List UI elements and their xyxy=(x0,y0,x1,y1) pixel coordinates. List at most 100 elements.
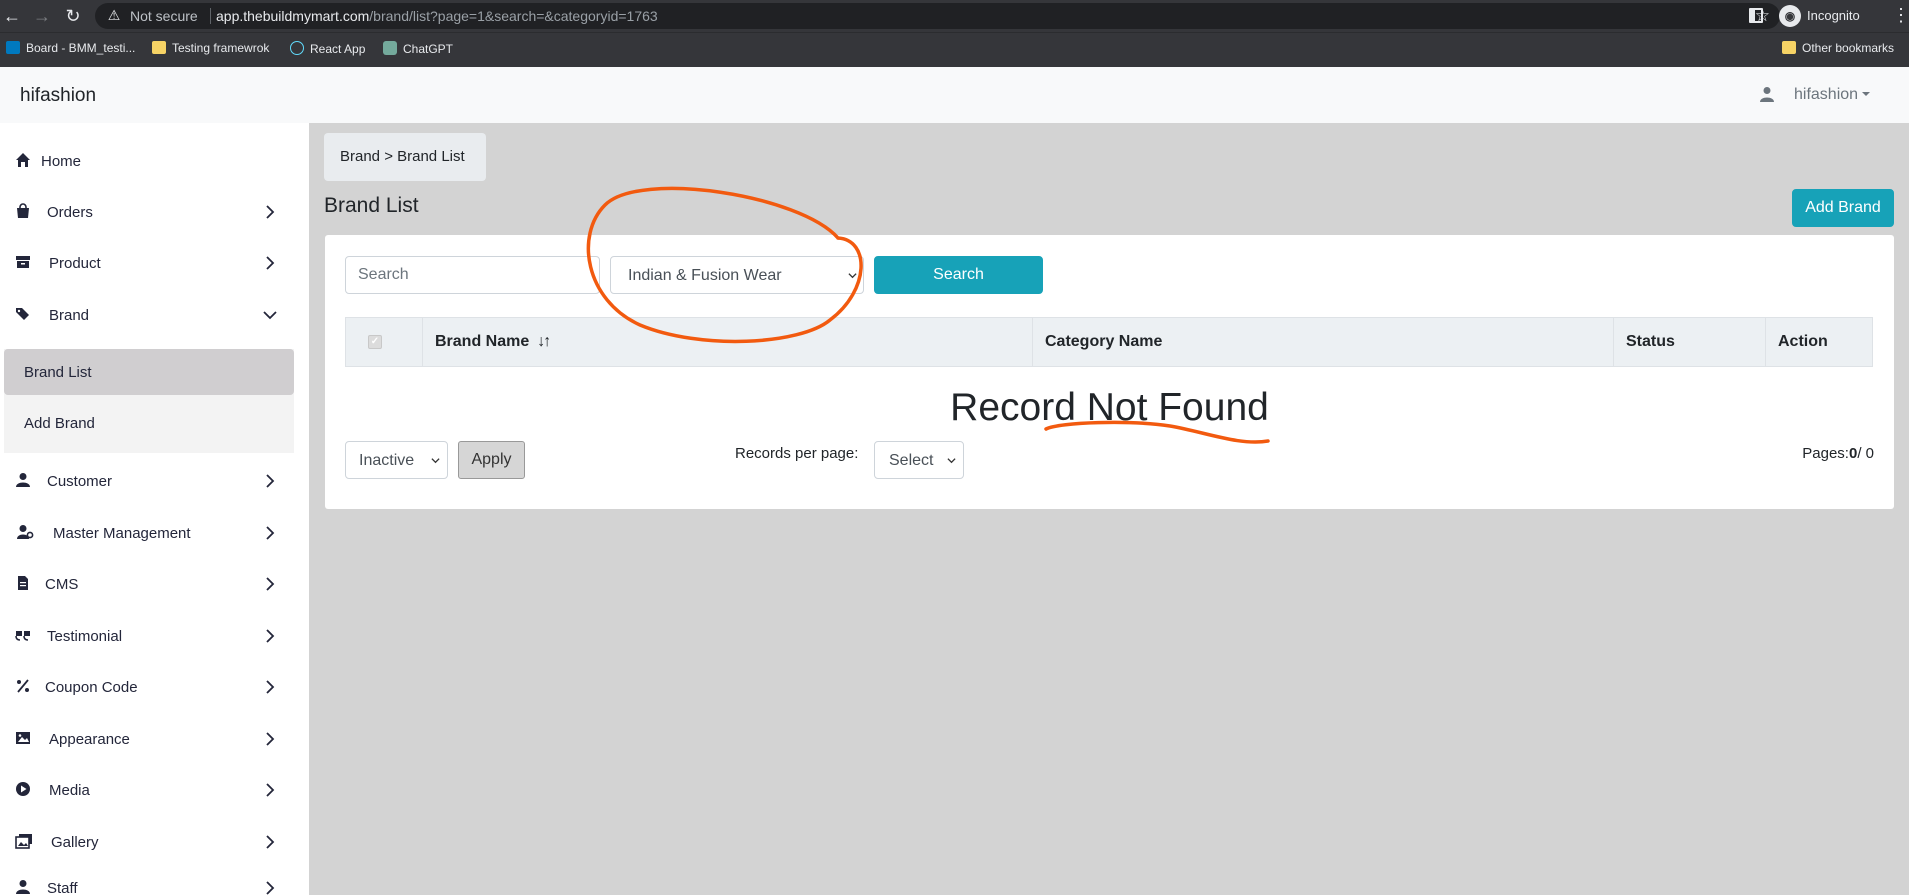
user-icon[interactable] xyxy=(1759,86,1775,102)
status-select-value: Inactive xyxy=(359,452,415,469)
chevron-right-icon xyxy=(266,256,275,270)
app-header: hifashion hifashion xyxy=(0,67,1909,123)
archive-icon xyxy=(16,256,30,268)
chevron-right-icon xyxy=(266,205,275,219)
sidebar-item-label: Testimonial xyxy=(47,628,123,645)
sidebar-item-label: Gallery xyxy=(51,834,99,851)
sidebar-item-label: Appearance xyxy=(49,731,130,748)
more-menu-icon[interactable]: ⋮ xyxy=(1892,6,1909,24)
records-per-page-label: Records per page: xyxy=(735,445,859,462)
sidebar-item-label: Customer xyxy=(47,473,113,490)
column-header-action: Action xyxy=(1766,318,1872,366)
incognito-icon[interactable]: ◉ xyxy=(1779,5,1801,27)
status-select[interactable]: Inactive xyxy=(345,441,448,479)
chevron-right-icon xyxy=(266,577,275,591)
column-header-brand-name[interactable]: Brand Name ↓↑ xyxy=(423,318,1033,366)
sidebar-item-label: Staff xyxy=(47,880,78,895)
chevron-right-icon xyxy=(266,835,275,849)
bookmark-label: React App xyxy=(310,42,366,56)
url-path: /brand/list?page=1&search=&categoryid=17… xyxy=(369,8,658,24)
bookmark-item[interactable]: ChatGPT xyxy=(383,41,453,56)
empty-state-message: Record Not Found xyxy=(950,386,1269,429)
sidebar-item-product[interactable]: Product xyxy=(0,240,309,286)
chevron-right-icon xyxy=(266,526,275,540)
other-bookmarks[interactable]: Other bookmarks xyxy=(1782,41,1894,55)
url-text[interactable]: app.thebuildmymart.com/brand/list?page=1… xyxy=(216,8,658,24)
sidebar-item-testimonial[interactable]: Testimonial xyxy=(0,613,309,659)
sidebar: Brand List Add Brand Home Orders Product… xyxy=(0,123,309,895)
chevron-right-icon xyxy=(266,629,275,643)
sort-icon[interactable]: ↓↑ xyxy=(537,333,551,351)
sidebar-item-customer[interactable]: Customer xyxy=(0,458,309,504)
tags-icon xyxy=(16,308,29,320)
sidebar-item-appearance[interactable]: Appearance xyxy=(0,716,309,762)
sidebar-item-coupon-code[interactable]: Coupon Code xyxy=(0,664,309,710)
user-gear-icon xyxy=(17,525,34,539)
records-per-page-select[interactable]: Select xyxy=(874,441,964,479)
sidebar-item-label: Coupon Code xyxy=(45,679,138,696)
url-host: app.thebuildmymart.com xyxy=(216,8,370,24)
images-icon xyxy=(15,834,32,849)
user-menu[interactable]: hifashion xyxy=(1794,86,1858,104)
add-brand-button[interactable]: Add Brand xyxy=(1792,189,1894,227)
sidebar-item-media[interactable]: Media xyxy=(0,767,309,813)
column-header-status: Status xyxy=(1614,318,1766,366)
column-header-label: Brand Name xyxy=(435,333,530,350)
search-button[interactable]: Search xyxy=(874,256,1043,294)
sidebar-item-cms[interactable]: CMS xyxy=(0,561,309,607)
table-header: ✓ Brand Name ↓↑ Category Name Status Acti… xyxy=(345,317,1873,367)
chevron-down-icon xyxy=(848,273,857,279)
category-select[interactable]: Indian & Fusion Wear xyxy=(610,256,864,294)
chatgpt-icon xyxy=(383,41,397,55)
select-all-checkbox[interactable]: ✓ xyxy=(368,335,382,349)
chevron-right-icon xyxy=(266,680,275,694)
brand-list-card: Indian & Fusion Wear Search ✓ Brand Name… xyxy=(325,235,1894,509)
chevron-right-icon xyxy=(266,881,275,895)
submenu-item-brand-list[interactable]: Brand List xyxy=(24,364,92,381)
chevron-down-icon xyxy=(947,458,956,464)
bookmark-item[interactable]: React App xyxy=(290,41,365,56)
reload-icon[interactable]: ↻ xyxy=(63,6,83,26)
bag-icon xyxy=(17,203,29,218)
apply-button[interactable]: Apply xyxy=(458,441,525,479)
user-icon xyxy=(16,880,30,894)
search-input[interactable] xyxy=(345,256,600,294)
caret-down-icon[interactable] xyxy=(1862,92,1870,96)
address-divider xyxy=(210,8,211,24)
react-icon xyxy=(290,41,304,55)
chevron-down-icon xyxy=(431,458,440,464)
pages-label: Pages: xyxy=(1802,445,1849,462)
column-header-label: Action xyxy=(1778,333,1828,350)
sidebar-item-gallery[interactable]: Gallery xyxy=(0,819,309,865)
sidebar-item-label: CMS xyxy=(45,576,79,593)
sidebar-item-master-management[interactable]: Master Management xyxy=(0,510,309,556)
bookmark-item[interactable]: Board - BMM_testi... xyxy=(6,41,135,55)
bookmark-label: Testing framewrok xyxy=(172,41,270,55)
folder-icon xyxy=(1782,41,1796,54)
sidebar-item-label: Media xyxy=(49,782,90,799)
image-icon xyxy=(16,732,30,744)
side-panel-icon[interactable] xyxy=(1749,8,1763,23)
bookmark-item[interactable]: Testing framewrok xyxy=(152,41,269,55)
incognito-label[interactable]: Incognito xyxy=(1807,8,1860,23)
sidebar-item-home[interactable]: Home xyxy=(0,138,309,184)
bookmarks-bar: Board - BMM_testi... Testing framewrok R… xyxy=(0,32,1909,67)
sidebar-item-label: Orders xyxy=(47,204,93,221)
browser-toolbar: ← → ↻ ⚠ Not secure app.thebuildmymart.co… xyxy=(0,0,1909,32)
column-header-label: Category Name xyxy=(1045,333,1163,350)
forward-arrow-icon[interactable]: → xyxy=(32,6,52,26)
address-bar[interactable]: ⚠ Not secure app.thebuildmymart.com/bran… xyxy=(95,3,1780,29)
warning-icon: ⚠ xyxy=(107,7,121,23)
sidebar-item-brand[interactable]: Brand xyxy=(0,292,309,338)
back-arrow-icon[interactable]: ← xyxy=(2,6,22,26)
chevron-down-icon xyxy=(263,311,277,320)
home-icon xyxy=(16,153,30,167)
sidebar-item-label: Master Management xyxy=(53,525,191,542)
breadcrumb[interactable]: Brand > Brand List xyxy=(324,133,486,181)
folder-icon xyxy=(152,41,166,54)
submenu-item-add-brand[interactable]: Add Brand xyxy=(24,415,95,432)
sidebar-item-orders[interactable]: Orders xyxy=(0,189,309,235)
sidebar-item-label: Product xyxy=(49,255,101,272)
sidebar-item-staff[interactable]: Staff xyxy=(0,865,309,895)
app-name[interactable]: hifashion xyxy=(20,85,96,107)
